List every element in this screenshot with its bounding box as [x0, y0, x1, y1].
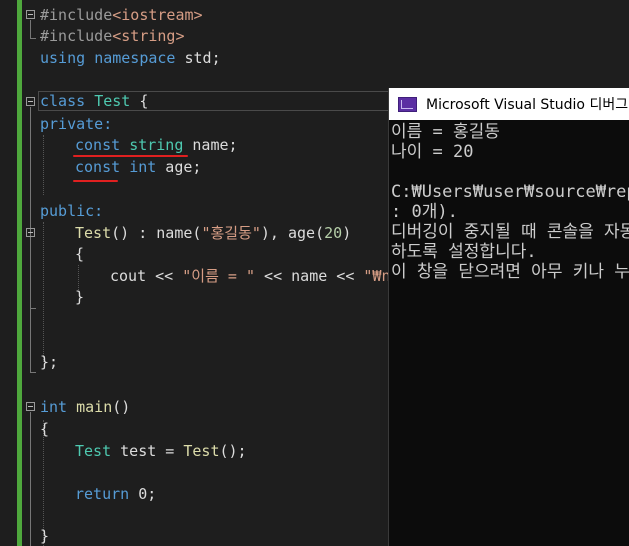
code-text: () : — [111, 224, 157, 242]
code-line-2[interactable]: #include<string> — [40, 26, 185, 47]
code-line-23[interactable]: return 0; — [75, 484, 156, 505]
code-text: cout << — [110, 267, 183, 285]
code-line-1[interactable]: #include<iostream> — [40, 5, 203, 26]
fold-guide-tick — [30, 308, 36, 309]
console-output-line: C:₩Users₩user₩source₩repos₩ — [391, 182, 629, 202]
code-text: () — [112, 398, 131, 416]
type-name: Test — [94, 92, 131, 110]
fold-guide — [30, 20, 31, 38]
code-text: std; — [175, 49, 221, 67]
indent-guide — [43, 222, 44, 362]
code-line-10[interactable]: public: — [40, 201, 103, 222]
code-text: test = — [111, 442, 184, 460]
keyword: const — [75, 158, 121, 176]
preprocessor-directive: #include — [40, 6, 113, 24]
fold-toggle-icon[interactable] — [26, 402, 35, 411]
number-literal: 20 — [324, 224, 343, 242]
code-text: { — [75, 245, 85, 263]
console-window-title: Microsoft Visual Studio 디버그 콘솔 — [426, 97, 629, 113]
change-indicator-bar — [17, 0, 22, 546]
console-output-line: 나이 = 20 — [391, 142, 474, 162]
code-text: name; — [183, 136, 238, 154]
preprocessor-directive: #include — [40, 27, 113, 45]
fold-guide-end — [30, 372, 36, 373]
code-text: ( — [315, 224, 325, 242]
member-name: name — [156, 224, 193, 242]
code-line-6[interactable]: private: — [40, 114, 112, 135]
type-name: Test — [75, 442, 112, 460]
include-path: <string> — [112, 27, 185, 45]
console-output[interactable]: 이름 = 홍길동 나이 = 20 C:₩Users₩user₩source₩re… — [391, 122, 629, 282]
code-text: age; — [156, 158, 202, 176]
error-squiggle — [73, 155, 188, 157]
debug-console-window[interactable]: Microsoft Visual Studio 디버그 콘솔 이름 = 홍길동 … — [388, 88, 629, 546]
code-line-19[interactable]: int main() — [40, 397, 130, 418]
function-name: main — [76, 398, 113, 416]
code-text: ) — [342, 224, 352, 242]
console-app-icon — [398, 96, 417, 112]
error-squiggle — [73, 180, 118, 182]
keyword: int — [129, 158, 157, 176]
fold-guide-end — [30, 38, 36, 39]
include-path: <iostream> — [112, 6, 203, 24]
code-line-13[interactable]: cout << "이름 = " << name << "₩n — [110, 266, 390, 287]
function-name: Test — [75, 224, 112, 242]
code-line-14[interactable]: } — [75, 287, 84, 308]
code-text: ), — [260, 224, 288, 242]
code-text: 0; — [129, 485, 157, 503]
code-text: << name << — [255, 267, 364, 285]
code-line-25[interactable]: } — [40, 526, 49, 546]
console-output-line: 이 창을 닫으려면 아무 키나 누르 — [391, 262, 629, 282]
code-line-11[interactable]: Test() : name("홍길동"), age(20) — [75, 223, 351, 244]
code-line-17[interactable]: }; — [40, 352, 58, 373]
string-literal: "₩n — [363, 267, 391, 285]
access-specifier: public: — [40, 202, 104, 220]
code-text: (); — [219, 442, 247, 460]
code-line-12[interactable]: { — [75, 244, 84, 265]
fold-toggle-icon[interactable] — [26, 97, 35, 106]
code-text: }; — [40, 353, 59, 371]
keyword: class — [40, 92, 86, 110]
code-line-7[interactable]: const string name; — [75, 135, 238, 156]
code-line-3[interactable]: using namespace std; — [40, 48, 221, 69]
member-name: age — [288, 224, 316, 242]
console-titlebar[interactable]: Microsoft Visual Studio 디버그 콘솔 — [389, 88, 629, 120]
string-literal: "홍길동" — [201, 224, 261, 242]
code-line-20[interactable]: { — [40, 419, 49, 440]
code-line-8[interactable]: const int age; — [75, 157, 201, 178]
console-output-line: : 0개). — [391, 202, 458, 222]
type-name: string — [129, 136, 184, 154]
code-text: } — [40, 527, 50, 545]
code-line-5[interactable]: class Test { — [40, 91, 148, 112]
keyword: int — [40, 398, 68, 416]
console-output-line: 하도록 설정합니다. — [391, 242, 537, 262]
fold-toggle-icon[interactable] — [26, 228, 35, 237]
fold-toggle-icon[interactable] — [26, 10, 35, 19]
keyword: const — [75, 136, 121, 154]
fold-guide — [30, 107, 31, 372]
code-text: } — [75, 288, 85, 306]
console-output-line: 디버깅이 중지될 때 콘솔을 자동 — [391, 222, 629, 242]
code-text: { — [40, 420, 50, 438]
keyword: namespace — [94, 49, 176, 67]
access-specifier: private: — [40, 115, 113, 133]
keyword: return — [75, 485, 130, 503]
keyword: using — [40, 49, 86, 67]
code-text: { — [130, 92, 149, 110]
indent-guide — [43, 135, 44, 195]
console-output-line: 이름 = 홍길동 — [391, 122, 500, 142]
fold-guide — [30, 412, 31, 546]
code-line-21[interactable]: Test test = Test(); — [75, 441, 247, 462]
string-literal: "이름 = " — [182, 267, 256, 285]
function-name: Test — [183, 442, 220, 460]
